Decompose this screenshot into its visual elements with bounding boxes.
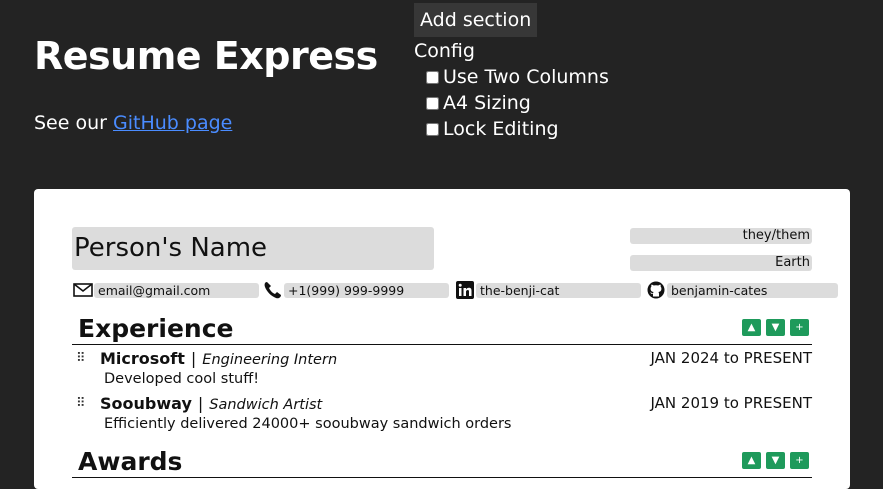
config-title: Config	[414, 40, 475, 62]
github-line: See our GitHub page	[34, 112, 232, 134]
contact-email: email@gmail.com	[72, 281, 259, 299]
role-name[interactable]: Sandwich Artist	[209, 397, 322, 413]
phone-field[interactable]: +1(999) 999-9999	[284, 282, 449, 298]
awards-controls: ▲ ▼ +	[742, 452, 809, 469]
move-down-button[interactable]: ▼	[766, 319, 785, 336]
move-up-button[interactable]: ▲	[742, 452, 761, 469]
entry-dates[interactable]: JAN 2019 to PRESENT	[650, 394, 812, 412]
linkedin-icon	[454, 281, 476, 299]
contact-github: benjamin-cates	[645, 281, 838, 299]
separator: |	[190, 349, 197, 368]
config-panel: Config Use Two Columns A4 Sizing Lock Ed…	[414, 40, 609, 142]
company-name[interactable]: Microsoft	[100, 349, 185, 368]
lock-editing-checkbox[interactable]	[426, 122, 439, 136]
pronouns-field[interactable]: they/them	[630, 228, 812, 244]
a4-sizing-checkbox[interactable]	[426, 96, 439, 110]
entry-description[interactable]: Efficiently delivered 24000+ sooubway sa…	[104, 416, 511, 432]
awards-section-header: Awards ▲ ▼ +	[72, 445, 812, 478]
github-field[interactable]: benjamin-cates	[667, 282, 838, 298]
option-lock-editing[interactable]: Lock Editing	[414, 116, 609, 142]
option-a4-sizing[interactable]: A4 Sizing	[414, 90, 609, 116]
entry-dates[interactable]: JAN 2024 to PRESENT	[650, 349, 812, 367]
option-two-columns[interactable]: Use Two Columns	[414, 64, 609, 90]
entry-company-line: Microsoft | Engineering Intern	[100, 349, 337, 368]
experience-controls: ▲ ▼ +	[742, 319, 809, 336]
location-field[interactable]: Earth	[630, 255, 812, 271]
company-name[interactable]: Sooubway	[100, 394, 192, 413]
phone-icon	[262, 281, 284, 299]
a4-sizing-label: A4 Sizing	[443, 92, 531, 114]
app-title: Resume Express	[34, 34, 378, 78]
move-down-button[interactable]: ▼	[766, 452, 785, 469]
drag-handle-icon[interactable]: ⠿	[76, 351, 85, 366]
resume-card: Person's Name they/them Earth email@gmai…	[34, 189, 850, 489]
github-link[interactable]: GitHub page	[113, 112, 232, 134]
contact-linkedin: the-benji-cat	[454, 281, 641, 299]
role-name[interactable]: Engineering Intern	[202, 352, 337, 368]
separator: |	[197, 394, 204, 413]
mail-icon	[72, 281, 94, 299]
experience-section-header: Experience ▲ ▼ +	[72, 312, 812, 345]
two-columns-label: Use Two Columns	[443, 66, 609, 88]
github-prefix: See our	[34, 112, 113, 134]
add-section-button[interactable]: Add section	[414, 3, 538, 37]
lock-editing-label: Lock Editing	[443, 118, 559, 140]
two-columns-checkbox[interactable]	[426, 70, 439, 84]
add-entry-button[interactable]: +	[790, 319, 809, 336]
email-field[interactable]: email@gmail.com	[94, 282, 259, 298]
drag-handle-icon[interactable]: ⠿	[76, 396, 85, 411]
experience-title[interactable]: Experience	[78, 314, 233, 343]
move-up-button[interactable]: ▲	[742, 319, 761, 336]
contact-phone: +1(999) 999-9999	[262, 281, 449, 299]
add-entry-button[interactable]: +	[790, 452, 809, 469]
github-icon	[645, 281, 667, 299]
entry-description[interactable]: Developed cool stuff!	[104, 371, 259, 387]
entry-company-line: Sooubway | Sandwich Artist	[100, 394, 322, 413]
name-field[interactable]: Person's Name	[72, 227, 434, 270]
awards-title[interactable]: Awards	[78, 447, 182, 476]
linkedin-field[interactable]: the-benji-cat	[476, 282, 641, 298]
